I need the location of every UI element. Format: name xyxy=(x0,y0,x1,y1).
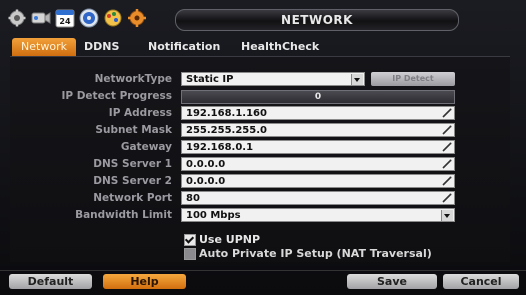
dns-server-2-label: DNS Server 2 xyxy=(93,175,172,187)
ip-address-value: 192.168.1.160 xyxy=(186,108,267,119)
dns-server-2-field[interactable]: 0.0.0.0 xyxy=(181,174,455,188)
ip-detect-progress-bar: 0 xyxy=(181,90,455,104)
subnet-mask-value: 255.255.255.0 xyxy=(186,125,267,136)
save-button[interactable]: Save xyxy=(347,274,437,289)
ip-detect-button[interactable]: IP Detect xyxy=(371,72,455,86)
edit-pencil-icon[interactable] xyxy=(442,193,452,203)
bandwidth-limit-select[interactable]: 100 Mbps xyxy=(181,208,455,222)
tab-healthcheck[interactable]: HealthCheck xyxy=(241,38,319,56)
default-button[interactable]: Default xyxy=(9,274,92,289)
tab-ddns[interactable]: DDNS xyxy=(84,38,119,56)
cancel-button[interactable]: Cancel xyxy=(443,274,519,289)
checkbox-checked-icon[interactable] xyxy=(184,234,196,246)
gateway-field[interactable]: 192.168.0.1 xyxy=(181,140,455,154)
ip-detect-progress-label: IP Detect Progress xyxy=(61,90,172,102)
bandwidth-limit-label: Bandwidth Limit xyxy=(75,209,172,221)
window-title: NETWORK xyxy=(175,9,459,31)
dns-server-1-label: DNS Server 1 xyxy=(93,158,172,170)
bandwidth-limit-value: 100 Mbps xyxy=(186,210,241,221)
ip-detect-progress-value: 0 xyxy=(314,92,322,102)
network-type-label: NetworkType xyxy=(94,73,172,85)
menu-icon-bar: 24 xyxy=(6,5,148,31)
auto-private-ip-checkbox[interactable]: Auto Private IP Setup (NAT Traversal) xyxy=(184,247,432,261)
auto-private-ip-label: Auto Private IP Setup (NAT Traversal) xyxy=(199,247,432,260)
gear-icon[interactable] xyxy=(6,7,28,29)
paint-icon[interactable] xyxy=(102,7,124,29)
tab-network[interactable]: Network xyxy=(12,38,76,56)
tab-strip: Network DDNS Notification HealthCheck xyxy=(0,38,526,56)
calendar-icon[interactable]: 24 xyxy=(54,7,76,29)
gateway-value: 192.168.0.1 xyxy=(186,142,254,153)
edit-pencil-icon[interactable] xyxy=(442,142,452,152)
help-button[interactable]: Help xyxy=(103,274,186,289)
edit-pencil-icon[interactable] xyxy=(442,176,452,186)
calendar-date-text: 24 xyxy=(59,17,71,26)
gateway-label: Gateway xyxy=(120,141,172,153)
network-type-select[interactable]: Static IP xyxy=(181,72,365,86)
chevron-down-icon[interactable] xyxy=(351,74,363,85)
network-port-value: 80 xyxy=(186,193,200,204)
network-port-label: Network Port xyxy=(93,192,172,204)
use-upnp-label: Use UPNP xyxy=(199,233,261,246)
network-type-value: Static IP xyxy=(186,74,234,85)
ip-address-label: IP Address xyxy=(108,107,172,119)
subnet-mask-field[interactable]: 255.255.255.0 xyxy=(181,123,455,137)
use-upnp-checkbox[interactable]: Use UPNP xyxy=(184,233,260,247)
network-port-field[interactable]: 80 xyxy=(181,191,455,205)
footer-divider xyxy=(0,270,526,271)
edit-pencil-icon[interactable] xyxy=(442,159,452,169)
dns-server-1-value: 0.0.0.0 xyxy=(186,159,226,170)
camera-icon[interactable] xyxy=(30,7,52,29)
chevron-down-icon[interactable] xyxy=(441,210,453,221)
tab-notification[interactable]: Notification xyxy=(148,38,220,56)
dns-server-1-field[interactable]: 0.0.0.0 xyxy=(181,157,455,171)
dns-server-2-value: 0.0.0.0 xyxy=(186,176,226,187)
edit-pencil-icon[interactable] xyxy=(442,125,452,135)
subnet-mask-label: Subnet Mask xyxy=(95,124,172,136)
edit-pencil-icon[interactable] xyxy=(442,108,452,118)
disc-icon[interactable] xyxy=(78,7,100,29)
checkbox-unchecked-icon[interactable] xyxy=(184,248,196,260)
ip-address-field[interactable]: 192.168.1.160 xyxy=(181,106,455,120)
tools-icon[interactable] xyxy=(126,7,148,29)
